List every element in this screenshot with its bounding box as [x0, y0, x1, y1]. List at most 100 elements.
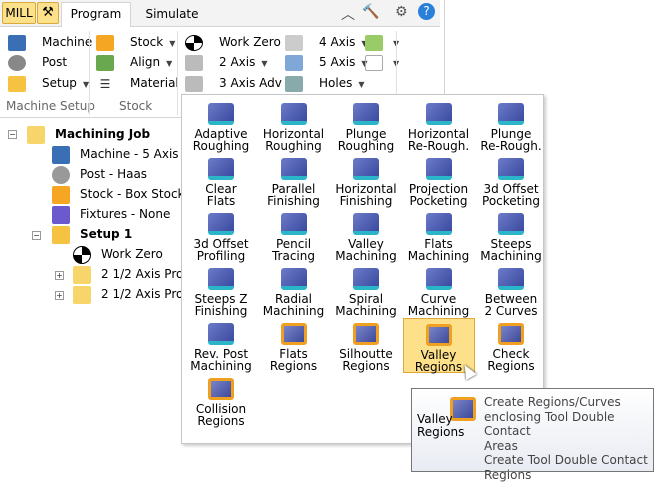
toolpath-icon: [208, 268, 234, 290]
menu-item-plunge-roughing[interactable]: Plunge Roughing: [330, 98, 402, 153]
menu-item-parallel-finishing[interactable]: Parallel Finishing: [258, 153, 330, 208]
toolpath-icon: [208, 103, 234, 125]
dropdown-arrow-icon[interactable]: ▼: [169, 39, 175, 48]
machine-button[interactable]: Machine: [8, 32, 92, 52]
collapse-toggle[interactable]: −: [8, 130, 17, 139]
collapse-ribbon-icon[interactable]: ︿: [341, 4, 355, 24]
label: Machining Job: [55, 127, 151, 141]
menu-item-check-regions[interactable]: Check Regions: [475, 318, 547, 373]
toolpath-icon: [208, 323, 234, 345]
label: Material: [130, 76, 179, 90]
toolpath-icon: [425, 213, 452, 235]
help-icon[interactable]: ?: [418, 3, 435, 20]
work-zero-icon: [73, 245, 91, 264]
menu-item-horizontal-roughing[interactable]: Horizontal Roughing: [258, 98, 330, 153]
menu-item-label: Roughing: [192, 139, 250, 153]
menu-item-curve-machining[interactable]: Curve Machining: [403, 263, 475, 318]
post-button[interactable]: Post: [8, 52, 67, 72]
dropdown-arrow-icon[interactable]: ▼: [358, 80, 364, 89]
align-button[interactable]: Align ▼: [96, 52, 172, 72]
gear-icon[interactable]: ⚙: [395, 4, 408, 20]
tree-node[interactable]: Machine - 5 Axis: [52, 144, 179, 164]
menu-item-3d-offset-pocketing[interactable]: 3d Offset Pocketing: [475, 153, 547, 208]
tree-node[interactable]: Stock - Box Stock: [52, 184, 185, 204]
toolpath-icon: [498, 268, 524, 290]
tree-node[interactable]: 2 1/2 Axis Profil: [73, 284, 194, 304]
stock-icon: [52, 185, 70, 204]
menu-item-radial-machining[interactable]: Radial Machining: [258, 263, 330, 318]
menu-item-pencil-tracing[interactable]: Pencil Tracing: [258, 208, 330, 263]
tools-button[interactable]: ▼: [365, 32, 399, 52]
tree-node[interactable]: 2 1/2 Axis Profil: [73, 264, 194, 284]
menu-item-plunge-re-rough[interactable]: Plunge Re-Rough.: [475, 98, 547, 153]
job-tree: − Machining Job Machine - 5 Axis Post - …: [0, 118, 194, 472]
tree-node[interactable]: Post - Haas: [52, 164, 147, 184]
toolpath-icon: [498, 323, 524, 345]
collapse-toggle[interactable]: −: [32, 231, 41, 240]
menu-item-label: Finishing: [339, 194, 393, 208]
menu-item-label: Machining: [335, 304, 397, 318]
menu-item-steeps-z-finishing[interactable]: Steeps Z Finishing: [185, 263, 257, 318]
menu-item-flats-machining[interactable]: Flats Machining: [403, 208, 475, 263]
mill-tool-icon[interactable]: ⚒: [37, 2, 59, 24]
stock-icon: [96, 34, 114, 51]
4-axis-button[interactable]: 4 Axis▼: [285, 32, 368, 52]
holes-button[interactable]: Holes ▼: [285, 73, 365, 93]
label: Align: [130, 55, 161, 69]
tab-simulate[interactable]: Simulate: [140, 3, 204, 27]
5-axis-button[interactable]: 5 Axis ▼: [285, 52, 368, 72]
menu-item-between-2-curves[interactable]: Between 2 Curves: [475, 263, 547, 318]
toolpath-icon: [280, 158, 307, 180]
setup-icon: [52, 225, 70, 244]
label: Stock: [130, 35, 164, 49]
dropdown-arrow-icon[interactable]: ▼: [166, 59, 172, 68]
setup-button[interactable]: Setup ▼: [8, 73, 89, 93]
dropdown-arrow-icon[interactable]: ▼: [261, 59, 267, 68]
work-zero-icon: [185, 34, 203, 51]
menu-item-rev-post-machining[interactable]: Rev. Post Machining: [185, 318, 257, 373]
menu-item-steeps-machining[interactable]: Steeps Machining: [475, 208, 547, 263]
label: Machine: [42, 35, 93, 49]
pattern-icon: [365, 54, 383, 71]
top-bar: MILL ⚒ Program Simulate ︿ 🔨 ⚙ ?: [0, 0, 440, 28]
menu-item-silhoutte-regions[interactable]: Silhoutte Regions: [330, 318, 402, 373]
label: Post - Haas: [80, 167, 148, 181]
menu-item-label: Roughing: [337, 139, 395, 153]
menu-item-label: Finishing: [267, 194, 320, 208]
3-axis-adv-label[interactable]: 3 Axis Adv▼: [185, 73, 298, 93]
menu-item-flats-regions[interactable]: Flats Regions: [258, 318, 330, 373]
tab-program[interactable]: Program: [61, 2, 131, 28]
menu-item-adaptive-roughing[interactable]: Adaptive Roughing: [185, 98, 257, 153]
menu-item-clear-flats[interactable]: Clear Flats: [185, 153, 257, 208]
tooltip: Valley Regions Create Regions/Curves enclo…: [411, 388, 654, 482]
menu-item-spiral-machining[interactable]: Spiral Machining: [330, 263, 402, 318]
menu-item-3d-offset-profiling[interactable]: 3d Offset Profiling: [185, 208, 257, 263]
menu-item-horizontal-re-rough[interactable]: Horizontal Re-Rough.: [403, 98, 475, 153]
menu-item-collision-regions[interactable]: Collision Regions: [185, 373, 257, 428]
menu-item-horizontal-finishing[interactable]: Horizontal Finishing: [330, 153, 402, 208]
menu-item-label: Roughing: [265, 139, 322, 153]
toolpath-icon: [353, 323, 379, 345]
tree-node-setup[interactable]: Setup 1: [52, 224, 132, 244]
tree-node-machining-job[interactable]: Machining Job: [27, 124, 150, 144]
menu-item-label: Flats: [206, 194, 236, 208]
menu-item-projection-pocketing[interactable]: Projection Pocketing: [403, 153, 475, 208]
expand-toggle[interactable]: +: [55, 291, 64, 300]
2-axis-button[interactable]: 2 Axis ▼: [185, 52, 268, 72]
toolpath-icon: [280, 213, 307, 235]
toolpath-icon: [208, 213, 234, 235]
menu-item-label: Machining: [480, 249, 542, 263]
label: Holes: [319, 76, 353, 90]
work-zero-button[interactable]: Work Zero: [185, 32, 281, 52]
pattern-button[interactable]: ▼: [365, 52, 399, 72]
material-button[interactable]: ☰ Material: [96, 73, 179, 93]
post-icon: [8, 54, 26, 71]
stock-button[interactable]: Stock ▼: [96, 32, 175, 52]
hammer-icon[interactable]: 🔨: [362, 4, 379, 20]
expand-toggle[interactable]: +: [55, 271, 64, 280]
tree-node[interactable]: Work Zero: [73, 244, 163, 264]
tree-node[interactable]: Fixtures - None: [52, 204, 170, 224]
mill-button[interactable]: MILL: [2, 2, 36, 24]
toolpath-icon: [280, 268, 307, 290]
menu-item-valley-machining[interactable]: Valley Machining: [330, 208, 402, 263]
